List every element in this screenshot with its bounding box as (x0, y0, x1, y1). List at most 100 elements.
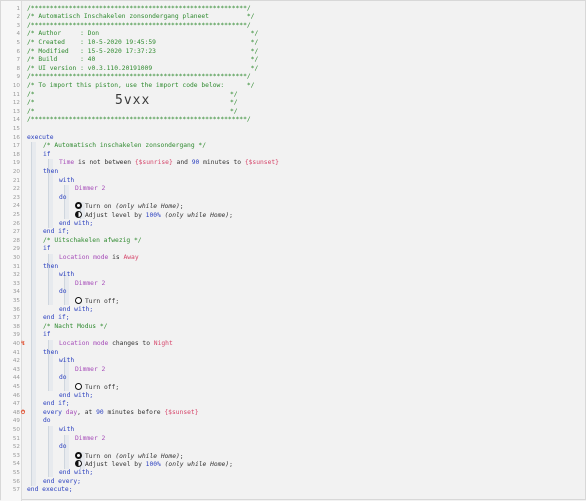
if-keyword: if (43, 331, 586, 340)
command-status-icon (75, 296, 82, 304)
sunset: {$sunset} (164, 408, 199, 416)
with: with (59, 425, 75, 433)
hundred-pct: 100% (145, 211, 161, 219)
code-area: ↯ ⏱ /*************************************… (1, 1, 586, 501)
minutes-before: minutes before (103, 408, 165, 416)
semi: ; (179, 452, 184, 460)
changes-to: changes to (108, 339, 154, 347)
do-keyword: do (59, 194, 586, 203)
import-code: 5vxx (115, 93, 151, 109)
header-build: /* Build : 40 */ (27, 56, 586, 65)
blank-open: /* (27, 99, 35, 107)
night: Night (153, 339, 173, 347)
end-with: end with; (59, 392, 586, 401)
end-every: end every; (43, 477, 81, 485)
border: /***************************************… (27, 73, 251, 81)
do: do (59, 443, 67, 451)
device-dimmer: Dimmer 2 (75, 280, 586, 289)
command-turn-off: Turn off; (75, 296, 586, 306)
do: do (59, 193, 67, 201)
dimmer: Dimmer 2 (75, 185, 106, 193)
piston-code-viewer: 1 2 3 4 5 6 7 8 9 10 11 12 13 14 15 16 17 18 19 20 21 22 23 24 2… (0, 0, 586, 501)
away: Away (123, 253, 139, 261)
with-keyword: with (59, 177, 586, 186)
device-dimmer: Dimmer 2 (75, 366, 586, 375)
only-while-home: (only while Home) (115, 452, 180, 460)
header-import-note: /* To import this piston, use the import… (27, 82, 586, 91)
header-border: /***************************************… (27, 116, 586, 125)
turn-on: Turn on (85, 452, 116, 460)
is-not-between: is not between (74, 159, 135, 167)
command-status-icon (75, 460, 82, 468)
header-title: /* Automatisch Inschakelen zonsondergang… (27, 13, 586, 22)
is: is (108, 253, 124, 261)
turn-on: Turn on (85, 203, 116, 211)
do-keyword: do (59, 443, 586, 452)
with: with (59, 357, 75, 365)
end-execute: end execute; (27, 486, 73, 494)
comment-line: /* Nacht Modus */ (43, 323, 586, 332)
end-with: end with; (59, 219, 94, 227)
do-keyword: do (59, 288, 586, 297)
then: then (43, 262, 59, 270)
semi: ; (229, 211, 233, 219)
modified: /* Modified : 15-5-2020 17:37:23 */ (27, 47, 259, 55)
only-while-home: (only while Home) (164, 461, 230, 469)
end-with: end with; (59, 468, 94, 476)
c1: /* Automatisch inschakelen zonsondergang… (43, 142, 207, 150)
blank-open: /* (27, 107, 35, 115)
import-note: /* To import this piston, use the import… (27, 81, 255, 89)
c2: /* Uitschakelen afwezig */ (43, 236, 142, 244)
indent-guide (48, 425, 49, 478)
end-if: end if; (43, 400, 70, 408)
with: with (59, 271, 75, 279)
author: /* Author : Don */ (27, 30, 259, 38)
indent-guide (64, 185, 65, 220)
condition-location: Location mode is Away (59, 254, 586, 263)
timer-icon: ⏱ (20, 408, 26, 416)
command-turn-on: Turn on (only while Home); (75, 451, 586, 461)
end-if: end if; (43, 314, 70, 322)
command-adjust-level: Adjust level by 100% (only while Home); (75, 460, 586, 469)
sunset: {$sunset} (244, 159, 279, 167)
adjust-level: Adjust level by (85, 211, 146, 219)
then-keyword: then (43, 168, 586, 177)
do-keyword: do (43, 417, 586, 426)
end-if: end if; (43, 314, 586, 323)
header-version: /* UI version : v0.3.110.20191009 */ (27, 65, 586, 74)
turn-off: Turn off; (85, 297, 120, 305)
with-keyword: with (59, 426, 586, 435)
minutes-to: minutes to (199, 159, 245, 167)
end-every: end every; (43, 478, 586, 487)
command-turn-on: Turn on (only while Home); (75, 202, 586, 211)
header-modified: /* Modified : 15-5-2020 17:37:23 */ (27, 48, 586, 57)
version: /* UI version : v0.3.110.20191009 */ (27, 64, 259, 72)
semi: ; (179, 203, 184, 211)
trigger-icon: ↯ (20, 339, 26, 347)
command-status-icon (75, 202, 82, 210)
with: with (59, 176, 75, 184)
do-keyword: do (59, 374, 586, 383)
ninety: 90 (96, 408, 104, 416)
with-keyword: with (59, 271, 586, 280)
do: do (43, 417, 51, 425)
if-keyword: if (43, 151, 586, 160)
blank-close: */ (230, 90, 238, 98)
header-border: /***************************************… (27, 73, 586, 82)
dimmer: Dimmer 2 (75, 365, 106, 373)
comment-line: /* Automatisch inschakelen zonsondergang… (43, 142, 586, 151)
device-dimmer: Dimmer 2 (75, 185, 586, 194)
device-dimmer: Dimmer 2 (75, 435, 586, 444)
only-while-home: (only while Home) (164, 211, 230, 219)
build: /* Build : 40 */ (27, 56, 259, 64)
dimmer: Dimmer 2 (75, 434, 106, 442)
header-import-code: /* 5vxx */ (27, 93, 586, 109)
sunrise: {$sunrise} (134, 159, 173, 167)
end-with: end with; (59, 391, 94, 399)
execute-keyword: execute (27, 134, 586, 143)
title: /* Automatisch Inschakelen zonsondergang… (27, 13, 255, 21)
then: then (43, 167, 59, 175)
border: /***************************************… (27, 21, 251, 29)
indent-guide (31, 142, 32, 487)
if: if (43, 331, 51, 339)
